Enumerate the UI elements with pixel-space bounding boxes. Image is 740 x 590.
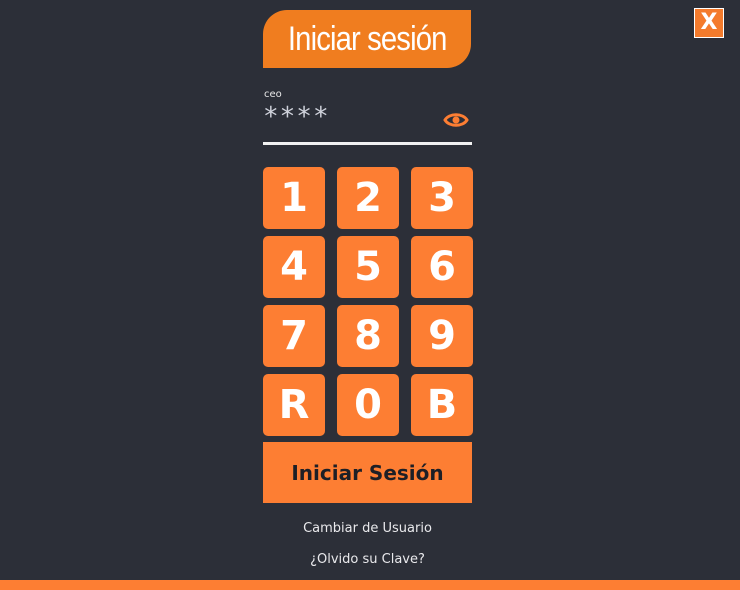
password-field[interactable] [263, 102, 443, 132]
key-1[interactable]: 1 [263, 167, 325, 229]
key-5[interactable]: 5 [337, 236, 399, 298]
login-button[interactable]: Iniciar Sesión [263, 442, 472, 503]
key-7[interactable]: 7 [263, 305, 325, 367]
eye-icon[interactable] [443, 110, 469, 130]
password-underline [263, 142, 472, 145]
key-9[interactable]: 9 [411, 305, 473, 367]
key-3[interactable]: 3 [411, 167, 473, 229]
key-8[interactable]: 8 [337, 305, 399, 367]
key-6[interactable]: 6 [411, 236, 473, 298]
key-0[interactable]: 0 [337, 374, 399, 436]
forgot-password-link[interactable]: ¿Olvido su Clave? [263, 552, 472, 567]
bottom-accent-bar [0, 580, 740, 590]
change-user-link[interactable]: Cambiar de Usuario [263, 521, 472, 536]
key-backspace[interactable]: B [411, 374, 473, 436]
key-2[interactable]: 2 [337, 167, 399, 229]
page-title: Iniciar sesión [287, 20, 447, 58]
close-button[interactable]: X [694, 8, 724, 38]
username-label: ceo [264, 89, 282, 100]
key-reset[interactable]: R [263, 374, 325, 436]
numeric-keypad: 1 2 3 4 5 6 7 8 9 R 0 B [263, 167, 473, 436]
page-title-banner: Iniciar sesión [263, 10, 471, 68]
key-4[interactable]: 4 [263, 236, 325, 298]
